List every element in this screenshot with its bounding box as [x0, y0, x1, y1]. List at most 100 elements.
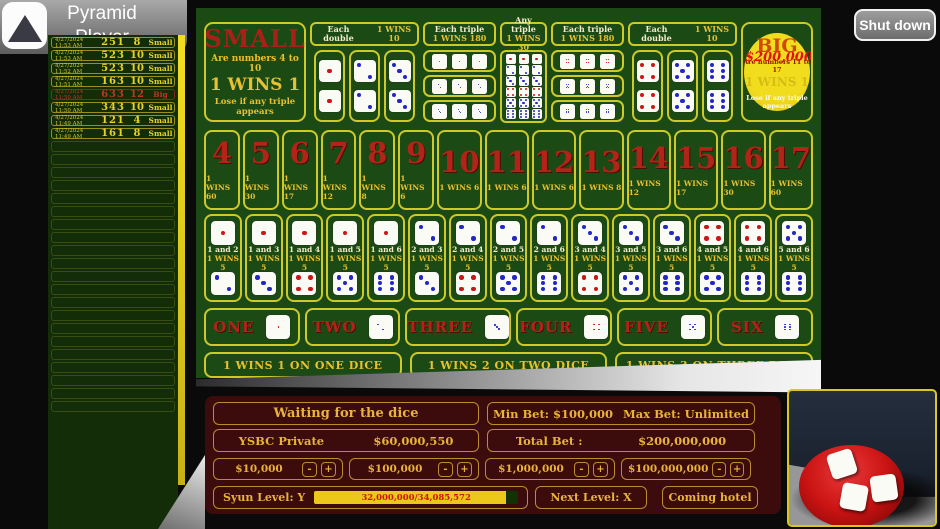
bet-total-14[interactable]: 141 WINS 12: [627, 130, 671, 210]
bet-pair-3-4[interactable]: 3 and 41 WINS 5: [571, 214, 609, 302]
die-3-icon: [578, 221, 602, 245]
bet-total-15[interactable]: 151 WINS 17: [674, 130, 718, 210]
shutdown-button[interactable]: Shut down: [854, 9, 936, 41]
bet-triple-1[interactable]: [423, 50, 496, 72]
bet-pair-1-6[interactable]: 1 and 61 WINS 5: [367, 214, 405, 302]
bet-total-4[interactable]: 41 WINS 60: [204, 130, 240, 210]
bet-pair-2-4[interactable]: 2 and 41 WINS 5: [449, 214, 487, 302]
bet-total-9[interactable]: 91 WINS 6: [398, 130, 434, 210]
bet-double-5[interactable]: [667, 50, 698, 122]
pair-label: 1 and 6: [369, 245, 403, 254]
die-4-icon: [292, 272, 316, 296]
bet-pair-1-3[interactable]: 1 and 31 WINS 5: [245, 214, 283, 302]
die-1-icon: [452, 54, 467, 69]
bet-pair-2-3[interactable]: 2 and 31 WINS 5: [408, 214, 446, 302]
bet-double-4[interactable]: [632, 50, 663, 122]
total-number: 9: [406, 139, 426, 168]
bet-single-three[interactable]: THREE: [405, 308, 511, 346]
bet-pair-2-5[interactable]: 2 and 51 WINS 5: [490, 214, 528, 302]
bet-triple-2[interactable]: [423, 75, 496, 97]
bet-pair-1-4[interactable]: 1 and 41 WINS 5: [286, 214, 324, 302]
bet-total-13[interactable]: 131 WINS 8: [579, 130, 623, 210]
bet-double-3[interactable]: [384, 50, 415, 122]
die-6-icon: [506, 109, 516, 119]
bet-total-12[interactable]: 121 WINS 6: [532, 130, 576, 210]
bet-pair-1-2[interactable]: 1 and 21 WINS 5: [204, 214, 242, 302]
bet-single-six[interactable]: SIX: [717, 308, 813, 346]
bet-single-two[interactable]: TWO: [305, 308, 401, 346]
bet-pair-3-5[interactable]: 3 and 51 WINS 5: [612, 214, 650, 302]
bet-decrease-button[interactable]: -: [574, 462, 589, 477]
bet-pair-4-5[interactable]: 4 and 51 WINS 5: [694, 214, 732, 302]
history-row-empty: [51, 271, 175, 282]
die-2-icon: [532, 65, 542, 75]
bet-pair-2-6[interactable]: 2 and 61 WINS 5: [530, 214, 568, 302]
bet-increase-button[interactable]: +: [730, 462, 744, 477]
history-row-empty: [51, 206, 175, 217]
bet-total-8[interactable]: 81 WINS 8: [359, 130, 395, 210]
bet-increase-button[interactable]: +: [321, 462, 336, 477]
chip-1000000[interactable]: $1,000,000-+: [485, 458, 615, 480]
die-2-icon: [211, 272, 235, 296]
bet-total-7[interactable]: 71 WINS 12: [321, 130, 357, 210]
total-odds: 1 WINS 8: [581, 183, 621, 192]
total-odds: 1 WINS 6: [487, 183, 527, 192]
bet-pair-1-5[interactable]: 1 and 51 WINS 5: [326, 214, 364, 302]
pair-label: 4 and 5: [696, 245, 730, 254]
die-3-icon: [389, 60, 411, 82]
bet-pair-5-6[interactable]: 5 and 61 WINS 5: [775, 214, 813, 302]
bet-double-1[interactable]: [314, 50, 345, 122]
bet-pair-3-6[interactable]: 3 and 61 WINS 5: [653, 214, 691, 302]
coming-hotel-button[interactable]: Coming hotel: [662, 486, 758, 509]
section-dice-area: [551, 50, 624, 122]
bet-total-10[interactable]: 101 WINS 6: [437, 130, 481, 210]
level-progress-box: Syun Level: Y 32,000,000/34,085,572: [213, 486, 528, 509]
history-row-empty: [51, 375, 175, 386]
bet-double-2[interactable]: [349, 50, 380, 122]
bet-total-17[interactable]: 171 WINS 60: [769, 130, 813, 210]
die-4-icon: [584, 315, 608, 339]
pair-label: 1 and 3: [247, 245, 281, 254]
next-level-button[interactable]: Next Level: X: [535, 486, 647, 509]
history-time: 4/27/2024 11:51 AM: [52, 76, 99, 88]
bet-total-5[interactable]: 51 WINS 30: [243, 130, 279, 210]
pair-label-block: 1 and 51 WINS 5: [328, 245, 362, 272]
bet-double-6[interactable]: [702, 50, 733, 122]
total-number: 16: [723, 144, 763, 173]
bet-total-16[interactable]: 161 WINS 30: [721, 130, 765, 210]
bet-increase-button[interactable]: +: [593, 462, 608, 477]
pair-odds: 1 WINS 5: [573, 254, 607, 272]
bet-pair-4-6[interactable]: 4 and 61 WINS 5: [734, 214, 772, 302]
bet-limits: Min Bet: $100,000 Max Bet: Unlimited: [487, 402, 755, 425]
history-scrollbar[interactable]: [178, 35, 185, 485]
history-row: 4/27/2024 11:50 AM63312Big: [51, 89, 175, 100]
history-total: 10: [127, 50, 147, 61]
bet-total-6[interactable]: 61 WINS 17: [282, 130, 318, 210]
bet-triple-3[interactable]: [423, 100, 496, 122]
bet-small[interactable]: SMALL Are numbers 4 to 10 1 WINS 1 Lose …: [204, 22, 306, 122]
die-5-icon: [560, 79, 575, 94]
account-balance: YSBC Private $60,000,550: [213, 429, 479, 452]
bet-triple-5[interactable]: [551, 75, 624, 97]
history-row-empty: [51, 245, 175, 256]
bet-triple-6[interactable]: [551, 100, 624, 122]
bet-single-five[interactable]: FIVE: [617, 308, 713, 346]
bet-single-four[interactable]: FOUR: [516, 308, 612, 346]
bet-increase-button[interactable]: +: [457, 462, 472, 477]
bet-triple-4[interactable]: [551, 50, 624, 72]
bet-single-one[interactable]: ONE: [204, 308, 300, 346]
section-dice-area: [500, 50, 547, 123]
bet-total-11[interactable]: 111 WINS 6: [485, 130, 529, 210]
bet-decrease-button[interactable]: -: [712, 462, 726, 477]
die-5-icon: [681, 315, 705, 339]
history-size: Small: [147, 129, 174, 138]
bet-big[interactable]: BIG Are numbers 11 to 17 1 WINS 1 Lose i…: [741, 22, 813, 122]
pair-odds: 1 WINS 5: [736, 254, 770, 272]
section-label: Each triple1 WINS 180: [423, 22, 496, 46]
bet-decrease-button[interactable]: -: [302, 462, 317, 477]
bet-decrease-button[interactable]: -: [438, 462, 453, 477]
chip-100000[interactable]: $100,000-+: [349, 458, 479, 480]
chip-100000000[interactable]: $100,000,000-+: [621, 458, 751, 480]
bet-any-triple[interactable]: [500, 50, 547, 123]
chip-10000[interactable]: $10,000-+: [213, 458, 343, 480]
